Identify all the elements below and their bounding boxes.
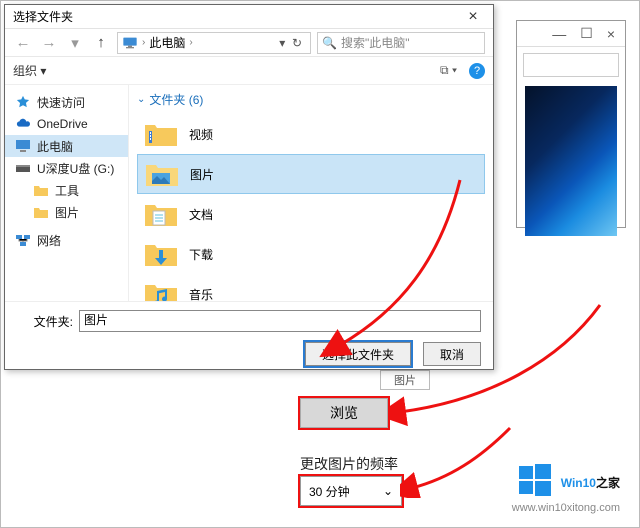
usb-drive-icon bbox=[15, 161, 31, 175]
sidebar-item-onedrive[interactable]: OneDrive bbox=[5, 113, 128, 135]
list-item-downloads[interactable]: 下载 bbox=[137, 234, 485, 274]
dialog-footer: 文件夹: 图片 选择此文件夹 取消 bbox=[5, 301, 493, 374]
watermark-logo: Win10之家 bbox=[517, 462, 620, 498]
address-bar[interactable]: › 此电脑 › ▾ ↻ bbox=[117, 32, 311, 54]
sidebar-item-label: OneDrive bbox=[37, 117, 88, 131]
folder-icon bbox=[143, 119, 179, 149]
search-placeholder: 搜索"此电脑" bbox=[341, 34, 410, 51]
maximize-icon[interactable]: ☐ bbox=[580, 25, 593, 42]
select-folder-button[interactable]: 选择此文件夹 bbox=[305, 342, 411, 366]
dialog-navbar: ← → ▾ ↑ › 此电脑 › ▾ ↻ 🔍 搜索"此电脑" bbox=[5, 29, 493, 57]
folder-picker-dialog: 选择文件夹 × ← → ▾ ↑ › 此电脑 › ▾ ↻ 🔍 搜索"此电脑" 组织… bbox=[4, 4, 494, 370]
chevron-right-icon: › bbox=[142, 37, 145, 48]
browse-button[interactable]: 浏览 bbox=[300, 398, 388, 428]
sidebar-item-label: 快速访问 bbox=[37, 94, 85, 111]
brand-text-b: 之家 bbox=[596, 476, 620, 490]
address-dropdown-icon[interactable]: ▾ bbox=[279, 36, 285, 50]
history-dropdown-icon[interactable]: ▾ bbox=[65, 33, 85, 53]
dialog-toolbar: 组织 ▾ ⧉ ▾ ? bbox=[5, 57, 493, 85]
bg-titlebar: — ☐ × bbox=[517, 21, 625, 47]
cancel-button[interactable]: 取消 bbox=[423, 342, 481, 366]
folder-icon bbox=[143, 199, 179, 229]
list-item-label: 文档 bbox=[189, 206, 213, 223]
sidebar-item-network[interactable]: 网络 bbox=[5, 229, 128, 251]
forward-icon: → bbox=[39, 33, 59, 53]
close-icon[interactable]: × bbox=[607, 26, 615, 42]
list-item-label: 图片 bbox=[190, 166, 214, 183]
sidebar-item-label: 网络 bbox=[37, 232, 61, 249]
sidebar-item-label: U深度U盘 (G:) bbox=[37, 160, 114, 177]
folder-icon bbox=[143, 279, 179, 301]
this-pc-icon bbox=[15, 139, 31, 153]
back-icon[interactable]: ← bbox=[13, 33, 33, 53]
organize-button[interactable]: 组织 ▾ bbox=[13, 62, 46, 79]
section-header[interactable]: ⌄ 文件夹 (6) bbox=[137, 91, 485, 108]
watermark-url: www.win10xitong.com bbox=[512, 502, 620, 514]
dialog-title: 选择文件夹 bbox=[13, 8, 461, 25]
wallpaper-preview bbox=[525, 86, 617, 236]
sidebar-tree: 快速访问 OneDrive 此电脑 U深度U盘 (G:) 工具 图片 bbox=[5, 85, 129, 301]
section-title: 文件夹 (6) bbox=[149, 91, 203, 108]
sidebar-item-label: 图片 bbox=[55, 204, 79, 221]
folder-name-input[interactable]: 图片 bbox=[79, 310, 481, 332]
list-item-videos[interactable]: 视频 bbox=[137, 114, 485, 154]
chevron-down-icon: ⌄ bbox=[137, 94, 145, 105]
folder-icon bbox=[33, 183, 49, 197]
star-icon bbox=[15, 95, 31, 109]
this-pc-icon bbox=[122, 36, 138, 50]
search-icon: 🔍 bbox=[322, 36, 337, 50]
folder-icon bbox=[143, 239, 179, 269]
view-options-button[interactable]: ⧉ ▾ bbox=[440, 63, 457, 78]
chevron-down-icon: ⌄ bbox=[383, 484, 393, 498]
list-item-documents[interactable]: 文档 bbox=[137, 194, 485, 234]
sidebar-item-usb-drive[interactable]: U深度U盘 (G:) bbox=[5, 157, 128, 179]
breadcrumb-segment[interactable]: 此电脑 bbox=[149, 34, 185, 51]
frequency-value: 30 分钟 bbox=[309, 483, 350, 500]
background-settings-window: — ☐ × bbox=[516, 20, 626, 228]
folder-name-label: 文件夹: bbox=[17, 313, 73, 330]
search-input[interactable]: 🔍 搜索"此电脑" bbox=[317, 32, 485, 54]
sidebar-item-quick-access[interactable]: 快速访问 bbox=[5, 91, 128, 113]
list-item-music[interactable]: 音乐 bbox=[137, 274, 485, 301]
network-icon bbox=[15, 233, 31, 247]
dialog-titlebar: 选择文件夹 × bbox=[5, 5, 493, 29]
list-item-label: 视频 bbox=[189, 126, 213, 143]
help-icon[interactable]: ? bbox=[469, 63, 485, 79]
windows-icon bbox=[517, 462, 553, 498]
change-frequency-label: 更改图片的频率 bbox=[300, 454, 398, 474]
close-icon[interactable]: × bbox=[461, 9, 485, 25]
up-icon[interactable]: ↑ bbox=[91, 33, 111, 53]
folder-list[interactable]: ⌄ 文件夹 (6) 视频 图片 文档 下载 bbox=[129, 85, 493, 301]
sidebar-item-label: 此电脑 bbox=[37, 138, 73, 155]
sidebar-item-pictures[interactable]: 图片 bbox=[5, 201, 128, 223]
sidebar-item-label: 工具 bbox=[55, 182, 79, 199]
list-item-pictures[interactable]: 图片 bbox=[137, 154, 485, 194]
minimize-icon[interactable]: — bbox=[552, 26, 566, 42]
cloud-icon bbox=[15, 117, 31, 131]
list-item-label: 音乐 bbox=[189, 286, 213, 302]
folder-icon bbox=[144, 159, 180, 189]
change-frequency-dropdown[interactable]: 30 分钟 ⌄ bbox=[300, 476, 402, 506]
list-item-label: 下载 bbox=[189, 246, 213, 263]
brand-text-a: Win10 bbox=[561, 476, 596, 490]
refresh-icon[interactable]: ↻ bbox=[292, 36, 302, 50]
bg-search-input[interactable] bbox=[523, 53, 619, 77]
folder-icon bbox=[33, 205, 49, 219]
sidebar-item-tools[interactable]: 工具 bbox=[5, 179, 128, 201]
chevron-right-icon[interactable]: › bbox=[189, 37, 192, 48]
sidebar-item-this-pc[interactable]: 此电脑 bbox=[5, 135, 128, 157]
